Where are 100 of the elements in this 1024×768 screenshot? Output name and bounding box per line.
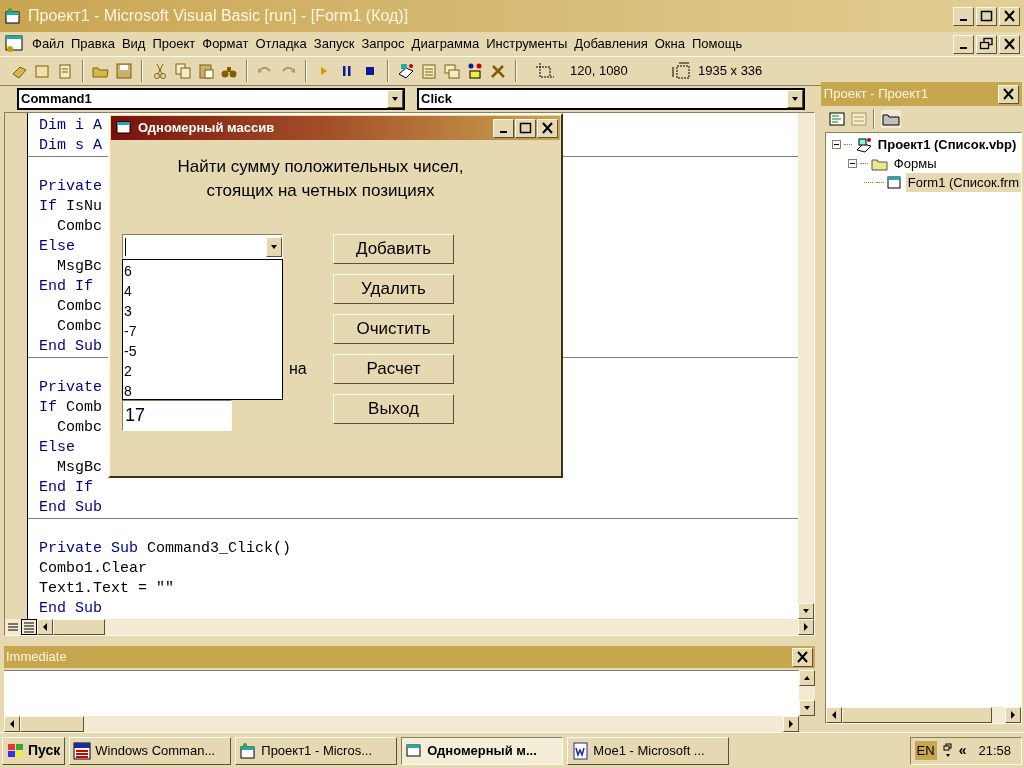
close-icon xyxy=(1002,37,1017,51)
close-button[interactable] xyxy=(791,647,813,667)
task-button[interactable]: Одномерный м... xyxy=(401,736,564,765)
collapse-icon[interactable] xyxy=(847,159,857,168)
clock: 21:58 xyxy=(977,741,1012,760)
list-item[interactable]: 6 xyxy=(123,261,282,281)
menu-item[interactable]: Вид xyxy=(118,34,149,54)
app-icon xyxy=(239,741,258,760)
menu-item[interactable]: Формат xyxy=(199,34,252,54)
view-code-icon[interactable] xyxy=(828,111,845,127)
copy-icon[interactable] xyxy=(174,62,192,80)
list-item[interactable]: -5 xyxy=(123,341,282,361)
window-icon xyxy=(115,119,133,137)
panel-title: Immediate xyxy=(6,648,67,667)
form-icon xyxy=(886,175,903,190)
scroll-right-button[interactable] xyxy=(782,716,799,732)
task-button[interactable]: Windows Comman... xyxy=(69,736,232,765)
scroll-thumb[interactable] xyxy=(53,619,105,636)
procedure-combo[interactable]: Click xyxy=(417,88,805,111)
restore-button[interactable] xyxy=(976,34,997,54)
collapse-icon[interactable] xyxy=(831,140,841,149)
cut-icon[interactable] xyxy=(151,62,169,80)
language-indicator[interactable]: EN xyxy=(914,740,937,761)
prompt-text: Найти сумму положительных чисел, xyxy=(177,156,464,178)
prompt-text: стоящих на четных позициях xyxy=(206,180,435,202)
tree-item[interactable]: Формы xyxy=(891,153,939,174)
scroll-left-button[interactable] xyxy=(4,716,20,732)
form-button[interactable]: Добавить xyxy=(333,234,454,264)
result-field[interactable]: 17 xyxy=(122,400,232,431)
minimize-icon xyxy=(960,46,967,49)
code-token: If xyxy=(39,398,58,419)
list-item[interactable]: 4 xyxy=(123,281,282,301)
full-module-view-icon[interactable] xyxy=(21,619,37,636)
object-combo[interactable]: Command1 xyxy=(17,88,405,111)
tree-item[interactable]: Form1 (Список.frm xyxy=(905,172,1021,193)
list-item[interactable]: -7 xyxy=(123,321,282,341)
list-item[interactable]: 2 xyxy=(123,361,282,381)
project-explorer-icon[interactable] xyxy=(397,62,415,80)
menu-item[interactable]: Файл xyxy=(29,34,67,54)
code-token: Combc xyxy=(56,217,102,238)
code-token: Private xyxy=(39,177,102,198)
tray-expand-button[interactable]: « xyxy=(958,740,967,761)
combo-box[interactable] xyxy=(122,234,283,259)
form-button[interactable]: Очистить xyxy=(333,314,454,344)
scroll-thumb[interactable] xyxy=(20,716,84,732)
document-icon xyxy=(4,34,24,54)
menu-item[interactable]: Окна xyxy=(651,34,688,54)
object-browser-icon[interactable] xyxy=(466,62,484,80)
menu-item[interactable]: Добавления xyxy=(571,34,651,54)
form-layout-icon[interactable] xyxy=(443,62,461,80)
close-button[interactable] xyxy=(537,118,558,138)
maximize-button[interactable] xyxy=(515,118,536,138)
immediate-input[interactable] xyxy=(4,670,799,716)
menu-item[interactable]: Запуск xyxy=(310,34,358,54)
folder-icon[interactable] xyxy=(880,110,901,128)
menu-item[interactable]: Проект xyxy=(149,34,199,54)
tree-item[interactable]: Проект1 (Список.vbp) xyxy=(875,134,1019,155)
close-icon xyxy=(1002,9,1017,23)
app-icon xyxy=(4,7,22,25)
close-button[interactable] xyxy=(998,84,1019,104)
dropdown-button[interactable] xyxy=(387,90,403,109)
code-token: End If xyxy=(39,478,93,499)
form-button[interactable]: Удалить xyxy=(333,274,454,304)
maximize-button[interactable] xyxy=(976,6,997,26)
code-token: IsNu xyxy=(66,197,103,218)
scroll-right-button[interactable] xyxy=(797,619,814,636)
task-button[interactable]: Проект1 - Micros... xyxy=(235,736,398,765)
code-token: Combo1.Clear xyxy=(39,559,148,580)
code-token: MsgBc xyxy=(56,257,102,278)
list-item[interactable]: 3 xyxy=(123,301,282,321)
minimize-button[interactable] xyxy=(493,118,514,138)
menu-item[interactable]: Помощь xyxy=(688,34,746,54)
close-icon xyxy=(794,650,810,664)
code-token: Private xyxy=(39,378,102,399)
save-icon[interactable] xyxy=(115,62,133,80)
window-icon xyxy=(405,741,424,760)
menu-item[interactable]: Диаграмма xyxy=(408,34,483,54)
menu-item[interactable]: Отладка xyxy=(252,34,310,54)
form-button[interactable]: Расчет xyxy=(333,354,454,384)
code-token: Comb xyxy=(66,398,103,419)
minimize-icon xyxy=(500,130,507,133)
dropdown-button[interactable] xyxy=(787,90,803,109)
task-button[interactable]: Мое1 - Microsoft ... xyxy=(567,736,730,765)
close-button[interactable] xyxy=(999,6,1020,26)
scroll-thumb[interactable] xyxy=(841,707,992,723)
scroll-left-button[interactable] xyxy=(825,707,842,723)
list-item[interactable]: 8 xyxy=(123,381,282,401)
scroll-left-button[interactable] xyxy=(37,619,53,636)
scroll-right-button[interactable] xyxy=(1005,707,1021,723)
menu-item[interactable]: Запрос xyxy=(358,34,408,54)
dropdown-button[interactable] xyxy=(266,236,282,257)
start-button[interactable]: Пуск xyxy=(2,736,66,765)
form-button[interactable]: Выход xyxy=(333,394,454,424)
menu-item[interactable]: Правка xyxy=(67,34,118,54)
close-button[interactable] xyxy=(999,34,1020,54)
paste-icon[interactable] xyxy=(197,62,215,80)
minimize-button[interactable] xyxy=(953,6,974,26)
menu-item[interactable]: Инструменты xyxy=(483,34,571,54)
minimize-button[interactable] xyxy=(953,34,974,54)
document-icon xyxy=(571,741,590,760)
